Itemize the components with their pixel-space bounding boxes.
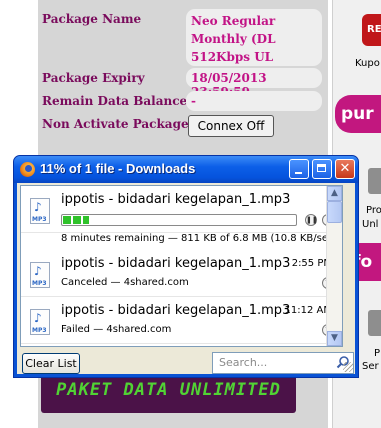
brand-logo[interactable]: RE [362, 14, 381, 46]
resize-grip[interactable] [343, 362, 353, 372]
banner-text: PAKET DATA UNLIMITED [56, 380, 281, 400]
mp3-file-icon: ♪ MP3 [30, 198, 50, 224]
package-name-value: Neo Regular Monthly (DL 512Kbps UL 256Kb… [186, 9, 322, 82]
scroll-down-icon[interactable]: ▼ [327, 331, 342, 346]
downloads-window: 11% of 1 file - Downloads ✕ ♪ MP3 ippotis… [13, 155, 359, 378]
download-filename: ippotis - bidadari kegelapan_1.mp3 [61, 256, 291, 271]
close-icon: ✕ [339, 161, 351, 176]
downloads-titlebar[interactable]: 11% of 1 file - Downloads ✕ [14, 156, 358, 183]
scroll-thumb[interactable] [327, 201, 342, 223]
firefox-icon [20, 162, 35, 177]
search-field[interactable]: Search... [212, 352, 354, 374]
search-placeholder: Search... [219, 356, 268, 369]
download-status: Canceled — 4shared.com [61, 277, 189, 288]
download-filename: ippotis - bidadari kegelapan_1.mp3 [61, 192, 291, 207]
download-item-active[interactable]: ♪ MP3 ippotis - bidadari kegelapan_1.mp3 … [21, 186, 342, 244]
download-status: 8 minutes remaining — 811 KB of 6.8 MB (… [61, 233, 338, 244]
remain-balance-value: - [186, 91, 322, 111]
package-expiry-label: Package Expiry [42, 71, 145, 85]
sidebar-chat-icon [368, 310, 381, 336]
maximize-button[interactable] [312, 159, 332, 179]
window-title: 11% of 1 file - Downloads [40, 161, 196, 176]
download-time: 11:12 AM [284, 305, 332, 316]
non-activate-label: Non Activate Package [42, 117, 189, 131]
maximize-icon [317, 164, 326, 172]
download-filename: ippotis - bidadari kegelapan_1.mp3 [61, 303, 291, 318]
p-text: P [374, 348, 381, 359]
sidebar-promo-icon [368, 168, 381, 194]
unl-text: Unl [362, 219, 379, 230]
mp3-file-icon: ♪ MP3 [30, 262, 50, 288]
download-status: Failed — 4shared.com [61, 324, 172, 335]
minimize-button[interactable] [289, 159, 309, 179]
downloads-list[interactable]: ♪ MP3 ippotis - bidadari kegelapan_1.mp3 … [20, 185, 343, 347]
pause-icon[interactable]: ❚❚ [305, 214, 318, 226]
scroll-up-icon[interactable]: ▲ [327, 186, 342, 201]
downloads-client-area: ♪ MP3 ippotis - bidadari kegelapan_1.mp3 … [17, 183, 355, 374]
ser-text: Ser [362, 361, 379, 372]
download-progress-fill [63, 216, 89, 224]
mp3-file-icon: ♪ MP3 [30, 309, 50, 335]
close-button[interactable]: ✕ [335, 159, 355, 179]
download-item-failed[interactable]: ♪ MP3 ippotis - bidadari kegelapan_1.mp3 … [21, 297, 342, 344]
package-name-label: Package Name [42, 12, 142, 26]
pro-text: Pro [366, 205, 381, 216]
connex-off-button[interactable]: Connex Off [188, 115, 274, 137]
downloads-scrollbar[interactable]: ▲ ▼ [326, 186, 342, 346]
minimize-icon [295, 172, 302, 174]
download-progress-bar [61, 214, 297, 226]
purchase-pill-button[interactable]: pur [335, 95, 381, 133]
package-expiry-value: 18/05/2013 23:59:59 [186, 68, 322, 99]
kupon-link[interactable]: Kupo [355, 58, 380, 69]
clear-list-button[interactable]: Clear List [22, 353, 80, 374]
download-item-canceled[interactable]: ♪ MP3 ippotis - bidadari kegelapan_1.mp3 … [21, 250, 342, 297]
